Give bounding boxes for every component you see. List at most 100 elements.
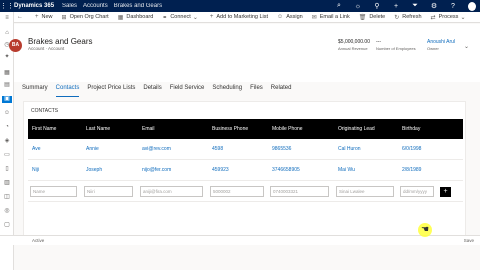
section-title: CONTACTS <box>31 108 59 114</box>
breadcrumb-record: Brakes and Gears <box>113 3 163 9</box>
lightbulb-icon[interactable]: ☼ <box>354 3 362 10</box>
plus-icon[interactable]: + <box>392 3 400 10</box>
accounts-icon[interactable]: ▣ <box>2 96 12 103</box>
app-launcher-icon[interactable]: ⋮⋮ <box>0 2 14 10</box>
first-name-input[interactable]: Name <box>30 185 77 197</box>
dashboard-icon[interactable]: ▦ <box>3 70 11 77</box>
chevron-down-icon[interactable]: ⌄ <box>464 43 469 50</box>
column-header[interactable]: Mobile Phone <box>272 119 303 139</box>
top-nav-bar: ⋮⋮ Dynamics 365 Sales Accounts Brakes an… <box>0 0 480 12</box>
birthday-cell[interactable]: 2/8/1989 <box>402 160 421 180</box>
contacts-icon[interactable]: ☺ <box>3 110 11 117</box>
mobile-phone-cell[interactable]: 3746658905 <box>272 160 300 180</box>
tab-contacts[interactable]: Contacts <box>55 85 79 97</box>
home-icon[interactable]: ⌂ <box>3 30 11 37</box>
chevron-down-icon: ⌄ <box>192 14 198 21</box>
assign-icon: ☺ <box>277 14 284 20</box>
email-cell[interactable]: nijo@fer.com <box>142 160 171 180</box>
originating-lead-cell[interactable]: Cal Huron <box>338 139 361 159</box>
tab-scheduling[interactable]: Scheduling <box>212 85 242 95</box>
breadcrumb-accounts[interactable]: Accounts <box>83 3 108 9</box>
originating-lead-cell[interactable]: Mai Wu <box>338 160 355 180</box>
owner-label: Owner <box>427 46 439 51</box>
contacts-grid: First Name Last Name Email Business Phon… <box>28 119 463 202</box>
orders-icon[interactable]: ▯ <box>3 166 11 173</box>
record-name: Brakes and Gears <box>28 37 93 46</box>
column-header[interactable]: First Name <box>32 119 56 139</box>
process-icon: ⇄ <box>430 14 436 21</box>
first-name-cell[interactable]: Niji <box>32 160 39 180</box>
last-name-cell[interactable]: Joseph <box>86 160 102 180</box>
business-phone-cell[interactable]: 4598 <box>212 139 223 159</box>
table-row[interactable]: Ave Annie avi@rev.com 4598 9865536 Cal H… <box>28 139 463 160</box>
mobile-phone-input[interactable]: 0740003321 <box>270 185 330 197</box>
app-name[interactable]: Dynamics 365 <box>14 3 54 9</box>
save-status[interactable]: Save <box>464 238 474 243</box>
tab-related[interactable]: Related <box>271 85 292 95</box>
goals-icon[interactable]: ◎ <box>3 208 11 215</box>
help-icon[interactable]: ? <box>449 3 457 10</box>
new-button[interactable]: + New <box>35 14 53 20</box>
add-contact-button[interactable]: + <box>440 187 451 197</box>
tab-project-price-lists[interactable]: Project Price Lists <box>87 85 135 95</box>
first-name-cell[interactable]: Ave <box>32 139 41 159</box>
tab-summary[interactable]: Summary <box>22 85 48 95</box>
org-chart-icon: ⊞ <box>61 14 67 21</box>
email-input[interactable]: aniji@fira.com <box>140 185 203 197</box>
dashboard-button[interactable]: ▦ Dashboard <box>118 14 154 21</box>
assign-button[interactable]: ☺ Assign <box>277 14 303 20</box>
add-to-marketing-list-button[interactable]: + Add to Marketing List <box>210 14 268 20</box>
activities-icon[interactable]: ▤ <box>3 82 11 89</box>
last-name-input[interactable]: Niiri <box>84 185 133 197</box>
owner-value[interactable]: Anoushi Arul <box>427 39 455 45</box>
tab-files[interactable]: Files <box>250 85 263 95</box>
column-header[interactable]: Last Name <box>86 119 110 139</box>
invoices-icon[interactable]: ▥ <box>3 180 11 187</box>
birthday-input[interactable]: dd/mm/yyyy <box>400 185 435 197</box>
tab-field-service[interactable]: Field Service <box>170 85 205 95</box>
column-header[interactable]: Email <box>142 119 155 139</box>
plus-icon: + <box>35 14 39 20</box>
gear-icon[interactable]: ⚙ <box>430 2 438 10</box>
user-avatar[interactable] <box>468 1 476 11</box>
business-phone-cell[interactable]: 459923 <box>212 160 229 180</box>
leads-icon[interactable]: ◔ <box>3 124 11 131</box>
app-window: ⋮⋮ Dynamics 365 Sales Accounts Brakes an… <box>0 0 480 270</box>
originating-lead-input[interactable]: Sinai Lwalee <box>336 185 394 197</box>
menu-icon[interactable]: ≡ <box>3 15 11 22</box>
refresh-button[interactable]: ↻ Refresh <box>394 14 421 21</box>
calendar-icon[interactable]: ▢ <box>3 222 11 229</box>
filter-icon[interactable]: ⏷ <box>411 2 419 10</box>
open-org-chart-button[interactable]: ⊞ Open Org Chart <box>62 14 109 21</box>
birthday-cell[interactable]: 6/0/1998 <box>402 139 421 159</box>
column-header[interactable]: Business Phone <box>212 119 248 139</box>
record-tabs: Summary Contacts Project Price Lists Det… <box>22 85 292 97</box>
back-button[interactable]: ← <box>17 14 26 20</box>
pinned-icon[interactable]: ✦ <box>3 54 11 61</box>
annual-revenue-value: $5,000,000.00 <box>338 39 370 45</box>
column-header[interactable]: Originating Lead <box>338 119 375 139</box>
opportunities-icon[interactable]: ◈ <box>3 138 11 145</box>
email-a-link-button[interactable]: ✉ Email a Link <box>312 14 350 21</box>
record-header <box>14 24 480 82</box>
record-status: Active <box>32 238 45 243</box>
mobile-phone-cell[interactable]: 9865536 <box>272 139 291 159</box>
last-name-cell[interactable]: Annie <box>86 139 99 159</box>
email-cell[interactable]: avi@rev.com <box>142 139 171 159</box>
record-avatar: BA <box>9 39 22 52</box>
grid-header-row: First Name Last Name Email Business Phon… <box>28 119 463 139</box>
products-icon[interactable]: ◫ <box>3 194 11 201</box>
tab-details[interactable]: Details <box>143 85 161 95</box>
breadcrumb-sales[interactable]: Sales <box>62 3 77 9</box>
email-icon: ✉ <box>311 14 317 21</box>
hand-cursor-icon: ☚ <box>421 224 430 234</box>
quotes-icon[interactable]: ▭ <box>3 152 11 159</box>
location-icon[interactable]: ⚲ <box>373 2 381 10</box>
connect-button[interactable]: ⚭ Connect ⌄ <box>162 14 201 21</box>
column-header[interactable]: Birthday <box>402 119 420 139</box>
process-button[interactable]: ⇄ Process ⌄ <box>431 14 469 21</box>
search-icon[interactable]: ⌕ <box>335 2 343 10</box>
table-row[interactable]: Niji Joseph nijo@fer.com 459923 37466589… <box>28 160 463 181</box>
delete-button[interactable]: 🗑 Delete <box>359 14 386 21</box>
business-phone-input[interactable]: 5000002 <box>210 185 264 197</box>
